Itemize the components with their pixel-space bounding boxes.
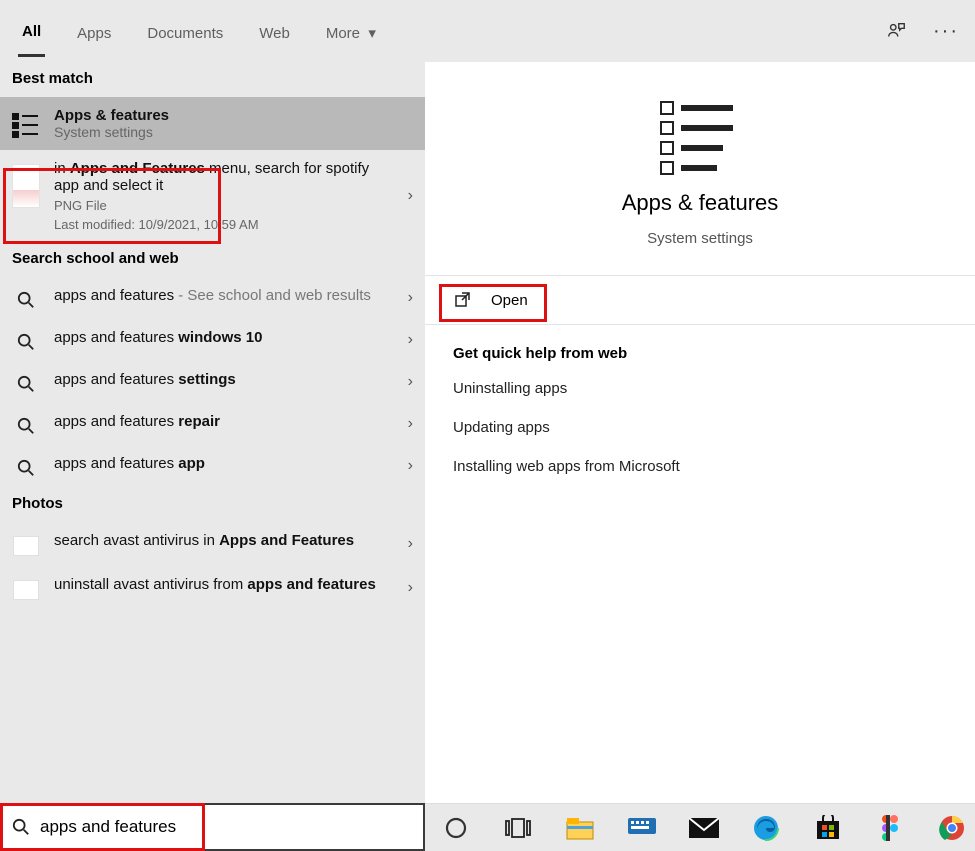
section-best-match: Best match bbox=[0, 62, 425, 97]
help-link-installing-web-apps[interactable]: Installing web apps from Microsoft bbox=[453, 458, 947, 475]
best-result-title: Apps & features bbox=[54, 107, 169, 124]
tab-web[interactable]: Web bbox=[255, 7, 294, 56]
web-result-text: apps and features app bbox=[54, 455, 383, 472]
chevron-right-icon: › bbox=[408, 373, 413, 391]
search-icon bbox=[12, 818, 30, 836]
file-thumbnail-icon bbox=[12, 164, 40, 208]
best-result-subtitle: System settings bbox=[54, 124, 383, 140]
tab-more-label: More bbox=[326, 25, 360, 42]
preview-pane: Apps & features System settings Open Get… bbox=[425, 62, 975, 803]
photo-thumbnail-icon bbox=[13, 580, 39, 600]
search-box-container bbox=[0, 803, 425, 851]
tab-more[interactable]: More ▾ bbox=[322, 6, 380, 56]
web-result-4[interactable]: apps and features app › bbox=[0, 445, 425, 487]
search-icon bbox=[12, 287, 40, 309]
search-icon bbox=[12, 455, 40, 477]
photo-result-0[interactable]: search avast antivirus in Apps and Featu… bbox=[0, 522, 425, 566]
file-result-title: in Apps and Features menu, search for sp… bbox=[54, 160, 383, 194]
chevron-right-icon: › bbox=[408, 457, 413, 475]
chevron-right-icon: › bbox=[408, 331, 413, 349]
caret-down-icon: ▾ bbox=[364, 25, 376, 42]
search-icon bbox=[12, 413, 40, 435]
file-result-modified: Last modified: 10/9/2021, 10:59 AM bbox=[54, 217, 383, 232]
more-options-icon[interactable]: ··· bbox=[935, 20, 957, 42]
taskbar-taskview-icon[interactable] bbox=[501, 811, 535, 845]
taskbar-store-icon[interactable] bbox=[811, 811, 845, 845]
preview-subtitle: System settings bbox=[647, 230, 753, 247]
preview-title: Apps & features bbox=[622, 190, 779, 216]
help-link-uninstalling[interactable]: Uninstalling apps bbox=[453, 380, 947, 397]
tab-all[interactable]: All bbox=[18, 5, 45, 57]
web-result-0[interactable]: apps and features - See school and web r… bbox=[0, 277, 425, 319]
apps-features-large-icon bbox=[655, 96, 745, 176]
web-result-2[interactable]: apps and features settings › bbox=[0, 361, 425, 403]
taskbar-file-explorer-icon[interactable] bbox=[563, 811, 597, 845]
taskbar-edge-icon[interactable] bbox=[749, 811, 783, 845]
chevron-right-icon: › bbox=[408, 289, 413, 307]
chevron-right-icon: › bbox=[408, 415, 413, 433]
feedback-icon[interactable] bbox=[885, 20, 907, 42]
section-search-web: Search school and web bbox=[0, 242, 425, 277]
photo-result-text: search avast antivirus in Apps and Featu… bbox=[54, 532, 383, 549]
chevron-right-icon: › bbox=[408, 535, 413, 553]
photo-thumbnail-icon bbox=[13, 536, 39, 556]
file-result-type: PNG File bbox=[54, 198, 383, 213]
taskbar-figma-icon[interactable] bbox=[873, 811, 907, 845]
web-result-text: apps and features repair bbox=[54, 413, 383, 430]
help-link-updating[interactable]: Updating apps bbox=[453, 419, 947, 436]
results-column: Best match Apps & features bbox=[0, 62, 425, 803]
web-result-3[interactable]: apps and features repair › bbox=[0, 403, 425, 445]
result-apps-and-features[interactable]: Apps & features System settings bbox=[0, 97, 425, 150]
result-png-file[interactable]: in Apps and Features menu, search for sp… bbox=[0, 150, 425, 242]
taskbar-cortana-icon[interactable] bbox=[439, 811, 473, 845]
chevron-right-icon: › bbox=[408, 579, 413, 597]
open-label: Open bbox=[491, 292, 528, 309]
photo-result-1[interactable]: uninstall avast antivirus from apps and … bbox=[0, 566, 425, 610]
help-header: Get quick help from web bbox=[453, 345, 947, 362]
apps-features-icon bbox=[12, 107, 40, 139]
chevron-right-icon: › bbox=[408, 187, 413, 205]
taskbar bbox=[425, 803, 975, 851]
web-result-text: apps and features - See school and web r… bbox=[54, 287, 383, 304]
open-external-icon bbox=[453, 290, 473, 310]
web-result-1[interactable]: apps and features windows 10 › bbox=[0, 319, 425, 361]
web-result-text: apps and features settings bbox=[54, 371, 383, 388]
taskbar-mail-icon[interactable] bbox=[687, 811, 721, 845]
tab-documents[interactable]: Documents bbox=[143, 7, 227, 56]
search-icon bbox=[12, 371, 40, 393]
search-filters-tabbar: All Apps Documents Web More ▾ ··· bbox=[0, 0, 975, 62]
photo-result-text: uninstall avast antivirus from apps and … bbox=[54, 576, 383, 593]
search-input[interactable] bbox=[40, 817, 413, 837]
taskbar-chrome-icon[interactable] bbox=[935, 811, 969, 845]
tab-apps[interactable]: Apps bbox=[73, 7, 115, 56]
open-action[interactable]: Open bbox=[425, 276, 975, 325]
search-icon bbox=[12, 329, 40, 351]
taskbar-onscreen-keyboard-icon[interactable] bbox=[625, 811, 659, 845]
section-photos: Photos bbox=[0, 487, 425, 522]
web-result-text: apps and features windows 10 bbox=[54, 329, 383, 346]
